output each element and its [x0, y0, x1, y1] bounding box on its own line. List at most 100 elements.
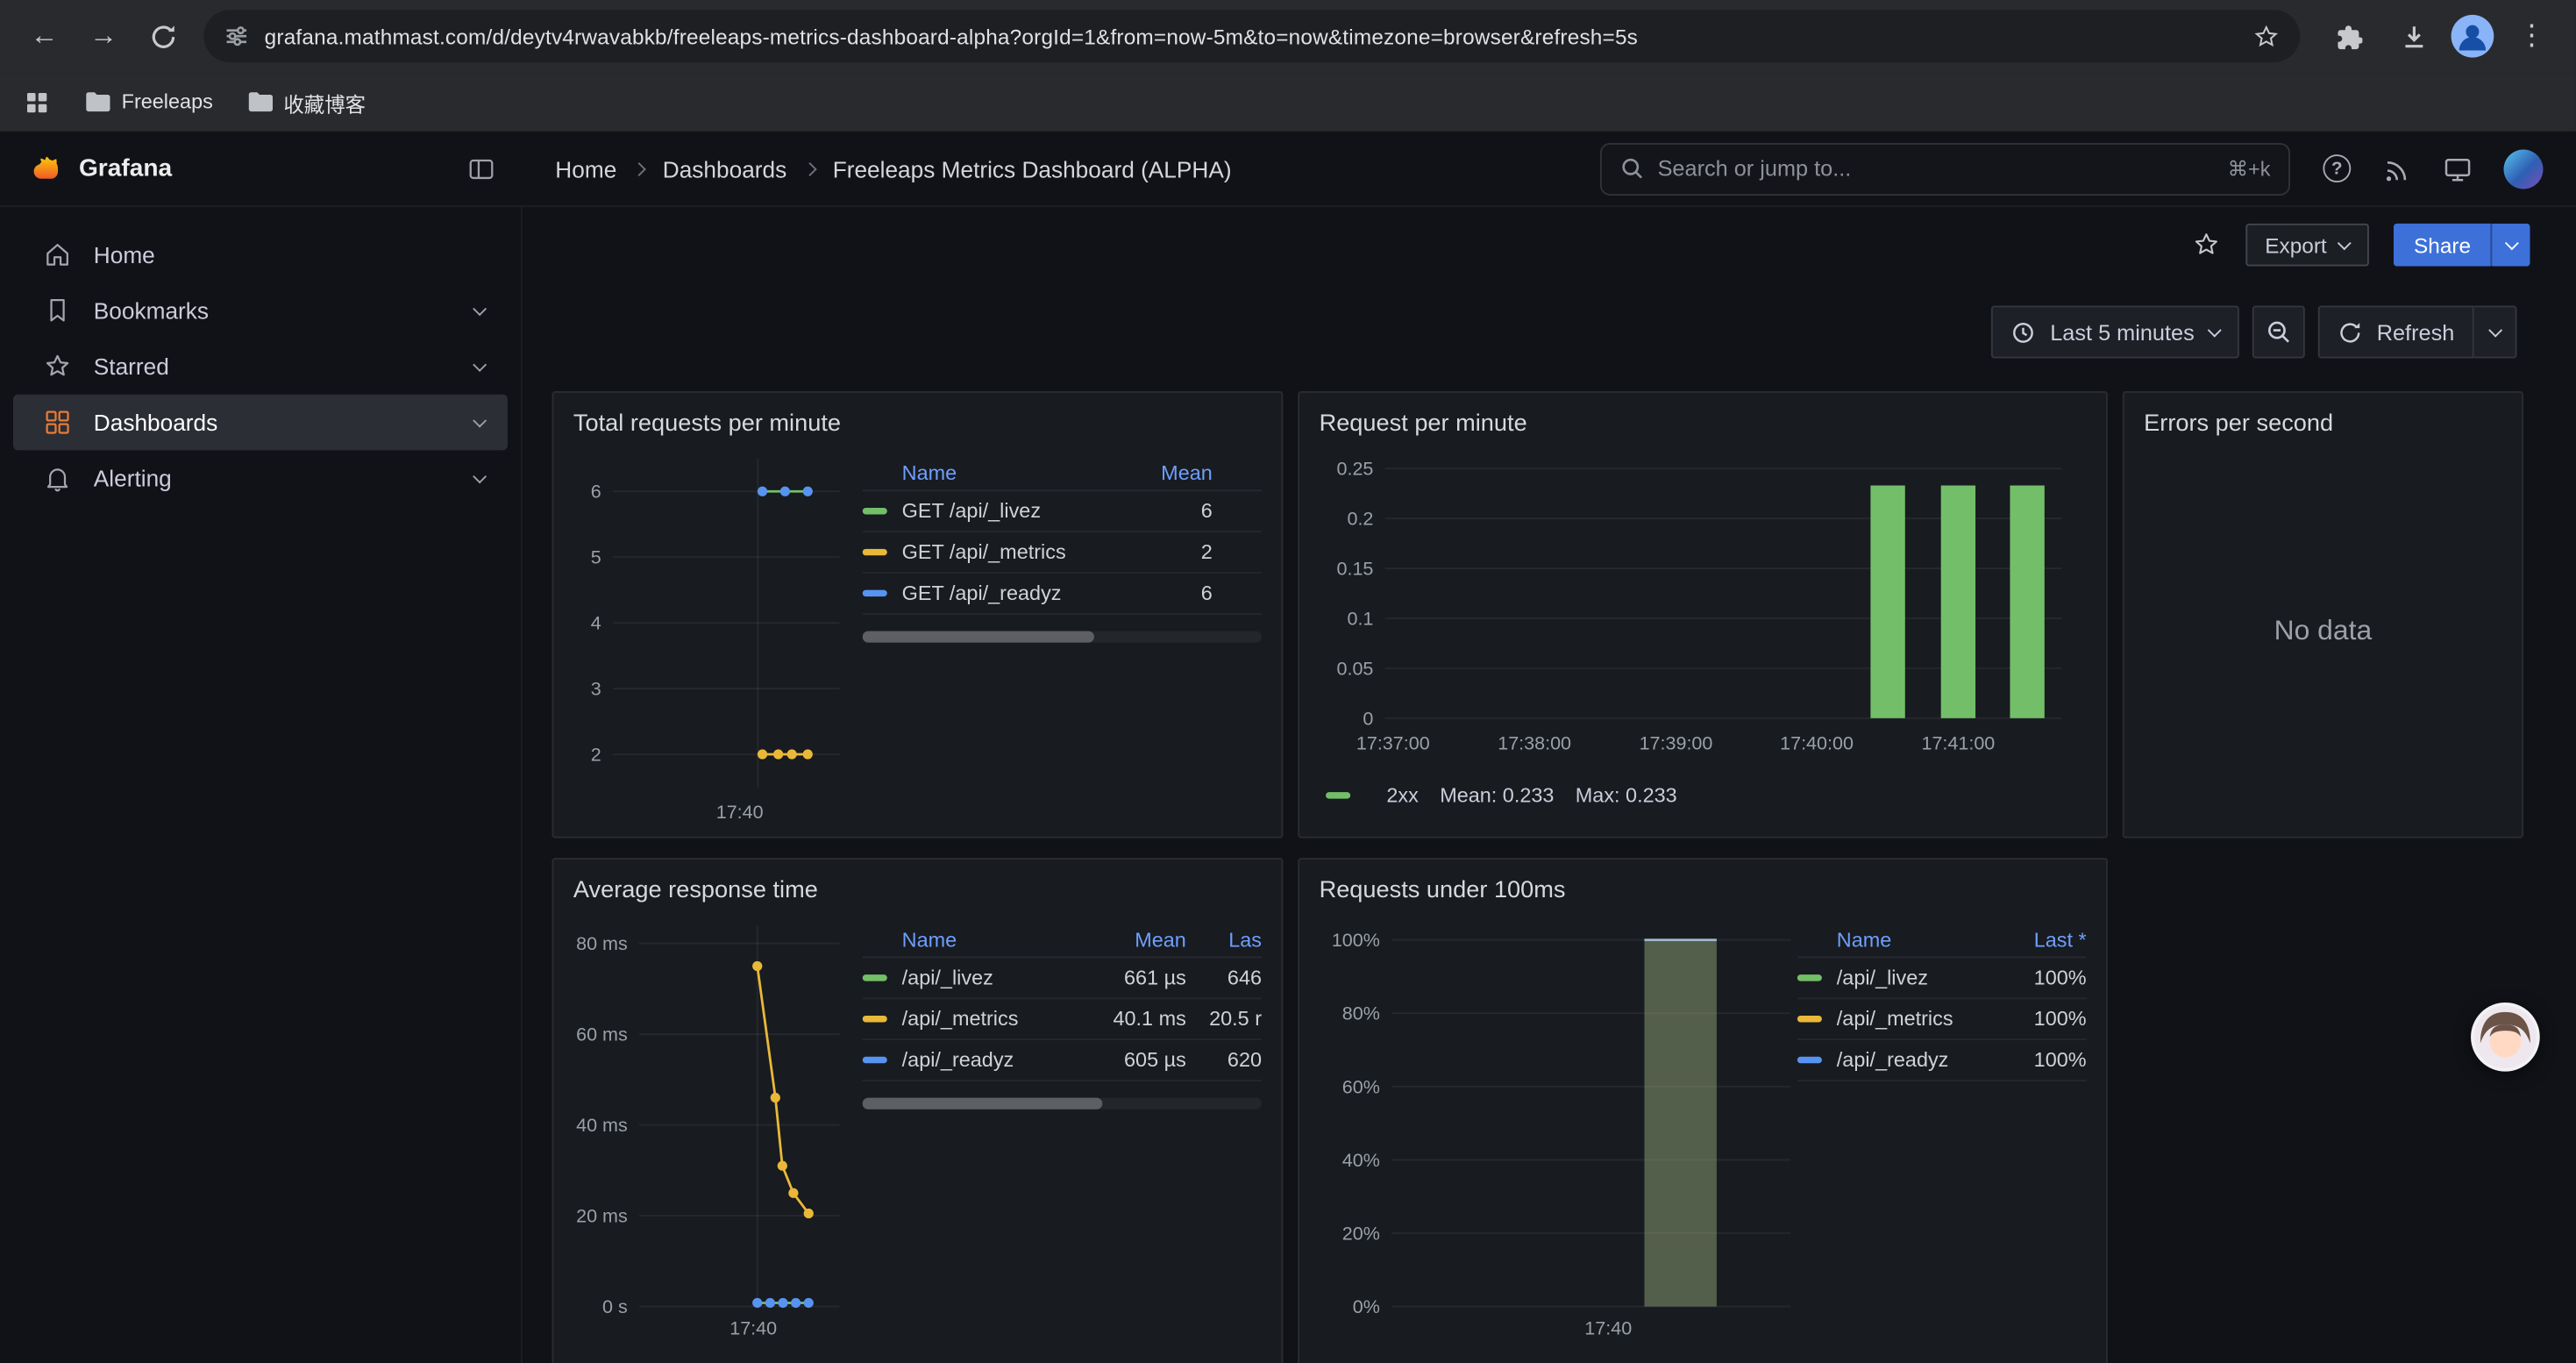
scrollbar-thumb[interactable]: [863, 632, 1094, 643]
series-swatch[interactable]: [863, 508, 887, 514]
legend-scrollbar[interactable]: [863, 632, 1262, 643]
panel-title[interactable]: Total requests per minute: [573, 403, 1262, 446]
sidebar-item-starred[interactable]: Starred: [13, 339, 508, 395]
sidebar-item-alerting[interactable]: Alerting: [13, 450, 508, 506]
downloads-button[interactable]: [2386, 8, 2442, 64]
series-swatch[interactable]: [863, 1057, 887, 1063]
svg-text:0%: 0%: [1353, 1296, 1380, 1317]
series-swatch[interactable]: [863, 590, 887, 596]
export-label: Export: [2265, 232, 2326, 257]
svg-text:20 ms: 20 ms: [576, 1206, 628, 1227]
scrollbar-thumb[interactable]: [863, 1098, 1102, 1110]
series-swatch[interactable]: [1326, 792, 1350, 798]
svg-text:0: 0: [1363, 708, 1373, 729]
legend-row[interactable]: /api/_readyz 605 µs 620: [863, 1040, 1262, 1081]
extensions-button[interactable]: [2320, 8, 2376, 64]
browser-menu-button[interactable]: ⋮: [2504, 8, 2560, 64]
legend-header-mean[interactable]: Mean: [1147, 461, 1262, 484]
breadcrumb-home[interactable]: Home: [555, 155, 616, 182]
user-avatar[interactable]: [2504, 149, 2544, 189]
back-button[interactable]: ←: [17, 8, 73, 64]
legend-row[interactable]: /api/_metrics 40.1 ms 20.5 r: [863, 999, 1262, 1040]
series-name[interactable]: GET /api/_livez: [902, 500, 1147, 523]
series-name[interactable]: 2xx: [1386, 784, 1418, 807]
legend-header-last[interactable]: Last *: [1982, 928, 2087, 951]
apps-grid-icon[interactable]: [23, 88, 51, 116]
bookmark-folder-freeleaps[interactable]: Freeleaps: [84, 89, 213, 115]
search-input[interactable]: [1658, 156, 2215, 181]
site-settings-icon[interactable]: [224, 23, 250, 49]
under-100ms-chart: 0%20%40%60%80%100%17:40: [1320, 912, 1791, 1343]
legend-header-last[interactable]: Las: [1186, 928, 1262, 951]
chevron-down-icon[interactable]: [473, 468, 487, 482]
legend-table: Name Last * /api/_livez 100% /api/_metri…: [1797, 922, 2087, 1343]
legend-row[interactable]: /api/_readyz 100%: [1797, 1040, 2087, 1081]
legend-header-mean[interactable]: Mean: [1081, 928, 1186, 951]
breadcrumb-dashboards[interactable]: Dashboards: [663, 155, 786, 182]
bookmark-star-icon[interactable]: [2252, 22, 2281, 50]
breadcrumb-separator-icon: [633, 161, 647, 175]
series-name[interactable]: /api/_readyz: [1837, 1048, 1982, 1071]
series-swatch[interactable]: [1797, 974, 1822, 981]
legend-scrollbar[interactable]: [863, 1098, 1262, 1110]
legend-row[interactable]: /api/_livez 661 µs 646: [863, 958, 1262, 999]
legend-row[interactable]: /api/_metrics 100%: [1797, 999, 2087, 1040]
series-swatch[interactable]: [863, 549, 887, 555]
legend-header-name[interactable]: Name: [902, 461, 1147, 484]
series-swatch[interactable]: [863, 1016, 887, 1022]
chat-widget-avatar[interactable]: [2471, 1003, 2540, 1072]
panel-title[interactable]: Request per minute: [1320, 403, 2087, 446]
refresh-interval-button[interactable]: [2474, 306, 2517, 359]
chevron-down-icon[interactable]: [473, 301, 487, 315]
grafana-logo[interactable]: [26, 150, 62, 186]
sidebar-toggle-button[interactable]: [466, 153, 496, 183]
refresh-button[interactable]: Refresh: [2317, 306, 2474, 359]
forward-button[interactable]: →: [75, 8, 132, 64]
chevron-down-icon[interactable]: [473, 357, 487, 371]
series-swatch[interactable]: [863, 974, 887, 981]
help-button[interactable]: ?: [2323, 154, 2351, 182]
series-swatch[interactable]: [1797, 1016, 1822, 1022]
reload-button[interactable]: [135, 8, 191, 64]
panel-title[interactable]: Average response time: [573, 869, 1262, 912]
series-name[interactable]: /api/_livez: [902, 967, 1081, 989]
sidebar-item-dashboards[interactable]: Dashboards: [13, 395, 508, 451]
panel-title[interactable]: Errors per second: [2144, 403, 2501, 446]
series-swatch[interactable]: [1797, 1057, 1822, 1063]
svg-text:100%: 100%: [1332, 930, 1380, 951]
series-name[interactable]: /api/_livez: [1837, 967, 1982, 989]
time-range-picker[interactable]: Last 5 minutes: [1991, 306, 2239, 359]
sidebar-item-bookmarks[interactable]: Bookmarks: [13, 282, 508, 339]
news-rss-icon[interactable]: [2382, 153, 2412, 183]
series-last: 100%: [1982, 1008, 2087, 1031]
url-text[interactable]: grafana.mathmast.com/d/deytv4rwavabkb/fr…: [265, 24, 2238, 48]
export-button[interactable]: Export: [2245, 224, 2370, 267]
series-name[interactable]: /api/_metrics: [902, 1008, 1081, 1031]
svg-text:17:40: 17:40: [1584, 1317, 1632, 1338]
search-shortcut: ⌘+k: [2228, 156, 2271, 181]
grafana-header-left: Grafana: [0, 150, 523, 186]
share-button[interactable]: Share: [2395, 224, 2491, 267]
address-bar[interactable]: grafana.mathmast.com/d/deytv4rwavabkb/fr…: [203, 10, 2300, 62]
search-bar[interactable]: ⌘+k: [1600, 142, 2290, 195]
sidebar-item-home[interactable]: Home: [13, 227, 508, 283]
panel-title[interactable]: Requests under 100ms: [1320, 869, 2087, 912]
legend-header-name[interactable]: Name: [902, 928, 1081, 951]
legend-row[interactable]: GET /api/_livez 6: [863, 491, 1262, 532]
bookmark-folder-blogs[interactable]: 收藏博客: [246, 86, 366, 118]
series-name[interactable]: /api/_readyz: [902, 1048, 1081, 1071]
chevron-down-icon[interactable]: [473, 413, 487, 427]
series-name[interactable]: /api/_metrics: [1837, 1008, 1982, 1031]
legend-row[interactable]: GET /api/_metrics 2: [863, 532, 1262, 574]
favorite-star-button[interactable]: [2191, 230, 2221, 260]
legend-row[interactable]: /api/_livez 100%: [1797, 958, 2087, 999]
zoom-out-button[interactable]: [2252, 306, 2304, 359]
panel-errors-per-second: Errors per second No data: [2123, 391, 2523, 838]
browser-profile-avatar[interactable]: [2451, 15, 2494, 58]
series-name[interactable]: GET /api/_readyz: [902, 582, 1147, 604]
share-menu-button[interactable]: [2491, 224, 2530, 267]
monitor-icon[interactable]: [2443, 153, 2473, 183]
legend-row[interactable]: GET /api/_readyz 6: [863, 574, 1262, 615]
legend-header-name[interactable]: Name: [1837, 928, 1982, 951]
series-name[interactable]: GET /api/_metrics: [902, 540, 1147, 563]
